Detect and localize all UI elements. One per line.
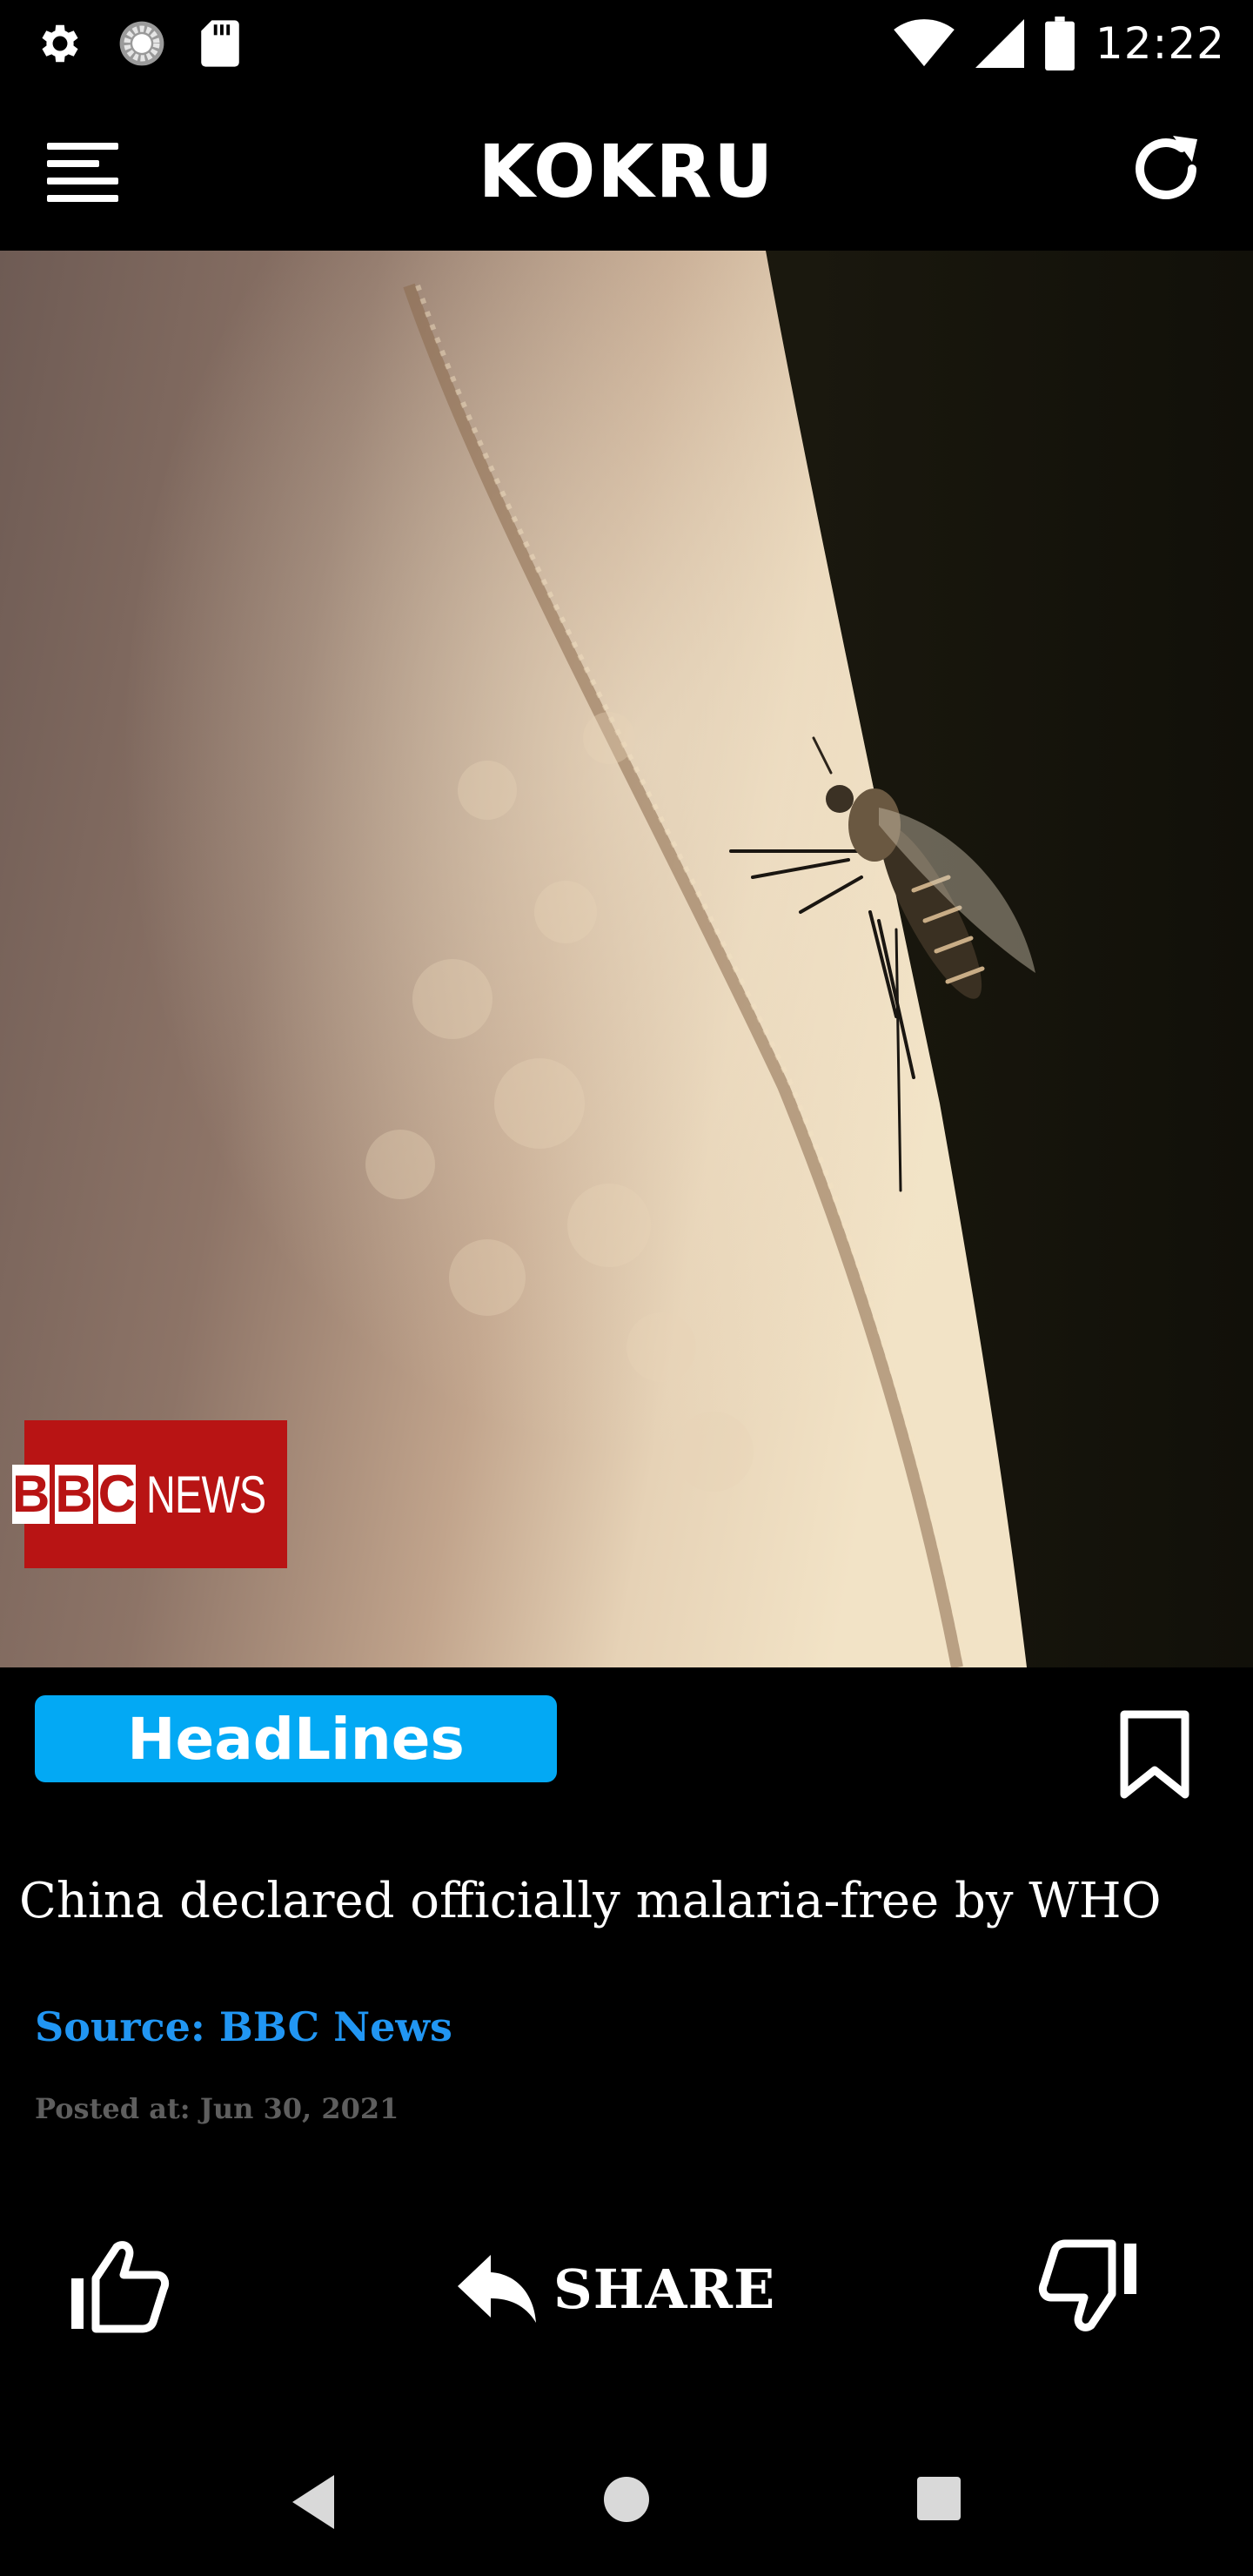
article-source-link[interactable]: Source: BBC News	[35, 2003, 452, 2050]
battery-icon	[1044, 17, 1075, 70]
bbc-letter: C	[97, 1465, 137, 1524]
thumbs-up-icon[interactable]	[66, 2238, 171, 2334]
bbc-news-text: NEWS	[146, 1465, 266, 1524]
status-bar: 12:22	[0, 0, 1253, 87]
sd-card-icon	[201, 20, 239, 67]
thumbs-down-icon[interactable]	[1037, 2238, 1142, 2334]
sync-circle-icon	[119, 21, 164, 66]
article-headline[interactable]: China declared officially malaria-free b…	[19, 1873, 1237, 1929]
signal-icon	[975, 19, 1024, 68]
wifi-icon	[894, 19, 955, 67]
reply-icon	[458, 2255, 536, 2323]
status-clock: 12:22	[1095, 18, 1225, 69]
share-button[interactable]: SHARE	[456, 2245, 775, 2332]
article-posted-date: Posted at: Jun 30, 2021	[35, 2092, 399, 2125]
bbc-letter: B	[11, 1465, 50, 1524]
share-label: SHARE	[553, 2257, 776, 2321]
status-right-icons: 12:22	[894, 16, 1225, 71]
recents-icon[interactable]	[915, 2475, 962, 2522]
status-left-icons	[35, 17, 242, 70]
bbc-news-logo: B B C NEWS	[11, 1420, 287, 1568]
back-icon[interactable]	[287, 2472, 339, 2532]
gear-icon	[42, 24, 78, 63]
bookmark-icon[interactable]	[1116, 1707, 1194, 1803]
navigation-bar	[0, 2437, 1253, 2576]
article-image: B B C NEWS	[0, 251, 1253, 1667]
refresh-icon[interactable]	[1126, 127, 1209, 211]
bbc-letter: B	[55, 1465, 93, 1524]
app-title: KOKRU	[478, 129, 775, 214]
app-bar: KOKRU	[0, 87, 1253, 251]
category-badge[interactable]: HeadLines	[35, 1695, 557, 1782]
home-icon[interactable]	[600, 2473, 653, 2526]
